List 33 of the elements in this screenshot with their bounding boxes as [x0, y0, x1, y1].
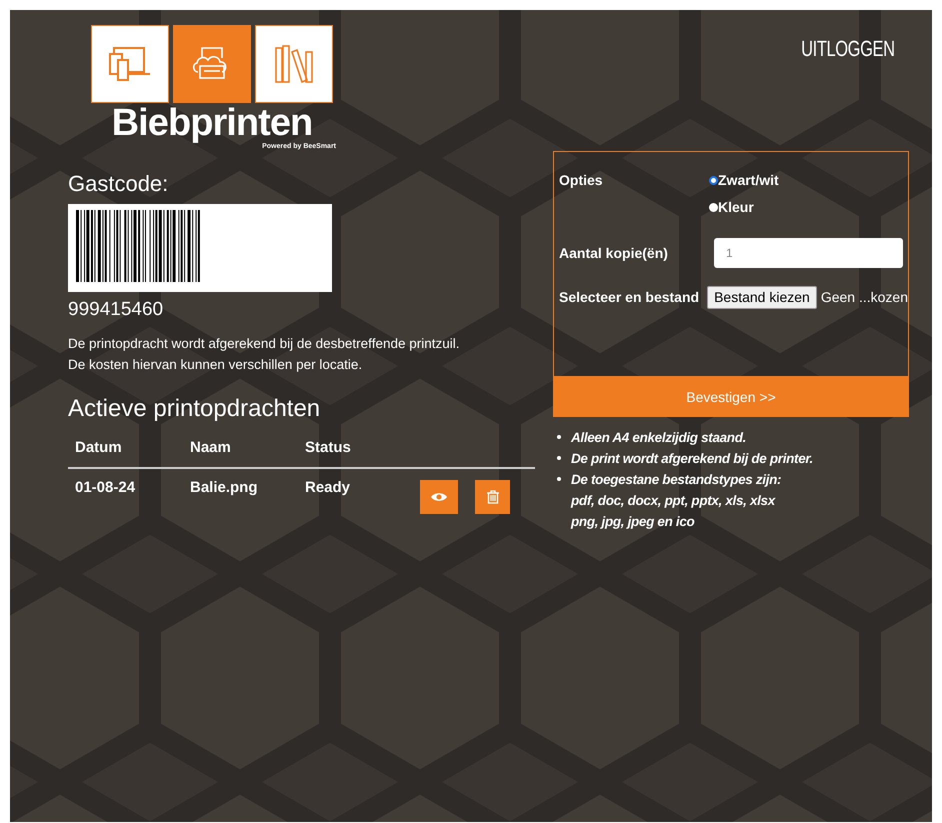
bullet-icon	[557, 435, 561, 439]
radio-option[interactable]: Zwart/wit	[709, 170, 779, 191]
note-text: De print wordt afgerekend bij de printer.	[571, 450, 813, 468]
bullet-icon	[557, 477, 561, 481]
file-status: Geen ...kozen	[820, 288, 908, 307]
note-text: De toegestane bestandstypes zijn: pdf, doc, docx, ppt, pptx, xls, xlsx png, jpg, jpeg en ico	[571, 471, 782, 531]
column-header: Status	[305, 438, 352, 458]
jobs-title: Actieve printopdrachten	[68, 394, 322, 424]
guest-code: 999415460	[68, 298, 164, 322]
file-label: Selecteer en bestand	[559, 288, 700, 307]
table-cell-text: Balie.png	[190, 478, 259, 498]
column-header: Datum	[75, 438, 123, 458]
guest-code-label: Gastcode:	[68, 170, 170, 198]
bullet-icon	[557, 456, 561, 460]
books-icon	[272, 44, 316, 84]
options-label: Opties	[559, 171, 604, 190]
trash-icon	[486, 490, 498, 504]
table-cell-text: 01-08-24	[75, 478, 136, 498]
choose-file-button[interactable]: Bestand kiezen	[707, 286, 817, 309]
notice-text: De kosten hiervan kunnen verschillen per locatie.	[68, 356, 364, 374]
column-header: Naam	[190, 438, 232, 458]
note-text: Alleen A4 enkelzijdig staand.	[571, 429, 746, 447]
radio-option[interactable]: Kleur	[709, 197, 779, 218]
notice-text: De printopdracht wordt afgerekend bij de desbetreffende printzuil.	[68, 334, 460, 353]
view-button[interactable]	[420, 480, 458, 514]
logout-link[interactable]: UITLOGGEN	[802, 32, 895, 65]
delete-button[interactable]	[475, 480, 510, 514]
eye-icon	[431, 492, 447, 502]
devices-icon	[108, 44, 152, 84]
table-cell-text: Ready	[305, 478, 352, 498]
copies-label: Aantal kopie(ën)	[559, 244, 669, 263]
logo-wordmark: Biebprinten	[112, 103, 312, 143]
copies-input[interactable]: 1	[714, 238, 903, 268]
